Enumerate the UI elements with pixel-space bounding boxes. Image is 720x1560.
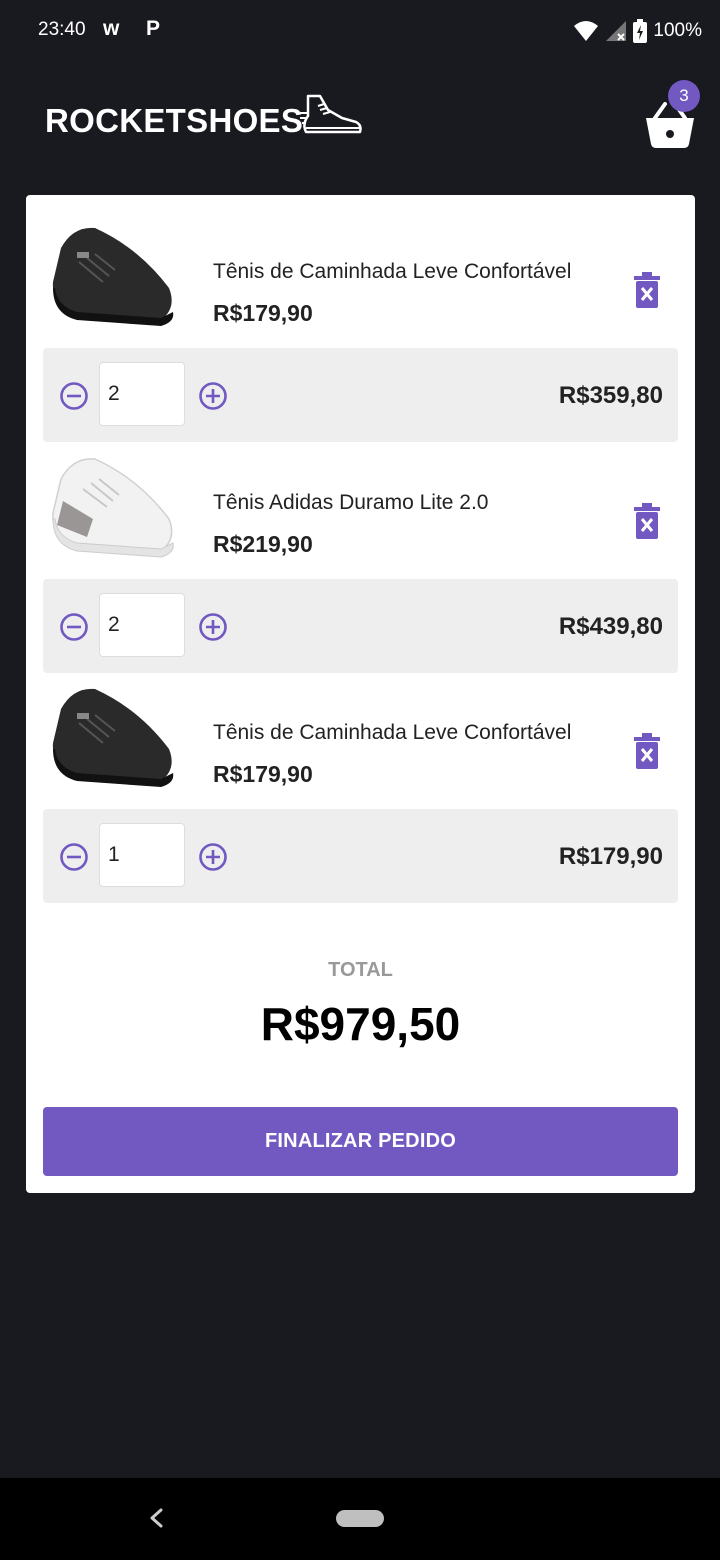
cart-panel: Tênis de Caminhada Leve Confortável R$17… [26, 195, 695, 1193]
navigation-bar [0, 1478, 720, 1560]
product-title: Tênis de Caminhada Leve Confortável [213, 260, 572, 283]
app-notification-icon: P [146, 17, 161, 40]
total-label: TOTAL [328, 959, 393, 981]
cart-item: Tênis de Caminhada Leve Confortável R$17… [43, 667, 678, 812]
status-time: 23:40 [38, 19, 86, 40]
signal-icon [606, 21, 627, 41]
battery-icon [633, 19, 648, 43]
status-bar: 23:40 w P 100% [0, 0, 720, 60]
quantity-row: 2 R$359,80 [43, 348, 678, 442]
plus-circle-icon[interactable] [198, 381, 228, 411]
quantity-row: 1 R$179,90 [43, 809, 678, 903]
quantity-input[interactable]: 2 [99, 362, 185, 426]
trash-icon[interactable] [633, 503, 661, 539]
status-indicators: 100% [573, 19, 702, 43]
quantity-row: 2 R$439,80 [43, 579, 678, 673]
cart-count-badge: 3 [668, 80, 700, 112]
item-subtotal: R$179,90 [558, 843, 663, 870]
back-icon[interactable] [146, 1500, 166, 1536]
cart-item: Tênis de Caminhada Leve Confortável R$17… [43, 206, 678, 351]
item-subtotal: R$439,80 [558, 613, 663, 640]
minus-circle-icon[interactable] [59, 842, 89, 872]
app-header: ROCKETSHOES [0, 60, 720, 190]
trash-icon[interactable] [633, 733, 661, 769]
product-price: R$179,90 [213, 300, 313, 326]
minus-circle-icon[interactable] [59, 381, 89, 411]
minus-circle-icon[interactable] [59, 612, 89, 642]
product-title: Tênis Adidas Duramo Lite 2.0 [213, 491, 489, 514]
quantity-input[interactable]: 1 [99, 823, 185, 887]
item-subtotal: R$359,80 [558, 382, 663, 409]
product-title: Tênis de Caminhada Leve Confortável [213, 721, 572, 744]
brand-logo-text[interactable]: ROCKETSHOES [45, 102, 303, 140]
quantity-input[interactable]: 2 [99, 593, 185, 657]
product-image [52, 227, 174, 326]
app-notification-icon: w [103, 17, 120, 40]
cart-item: Tênis Adidas Duramo Lite 2.0 R$219,90 [43, 437, 678, 582]
home-pill[interactable] [336, 1510, 384, 1527]
total-value: R$979,50 [260, 998, 461, 1050]
product-image [52, 688, 174, 787]
battery-percent: 100% [653, 20, 702, 41]
product-image [52, 458, 174, 558]
plus-circle-icon[interactable] [198, 612, 228, 642]
product-price: R$219,90 [213, 531, 313, 557]
shoe-icon [299, 94, 362, 134]
finish-order-button[interactable]: FINALIZAR PEDIDO [43, 1107, 678, 1176]
product-price: R$179,90 [213, 761, 313, 787]
plus-circle-icon[interactable] [198, 842, 228, 872]
wifi-icon [574, 21, 599, 41]
trash-icon[interactable] [633, 272, 661, 308]
